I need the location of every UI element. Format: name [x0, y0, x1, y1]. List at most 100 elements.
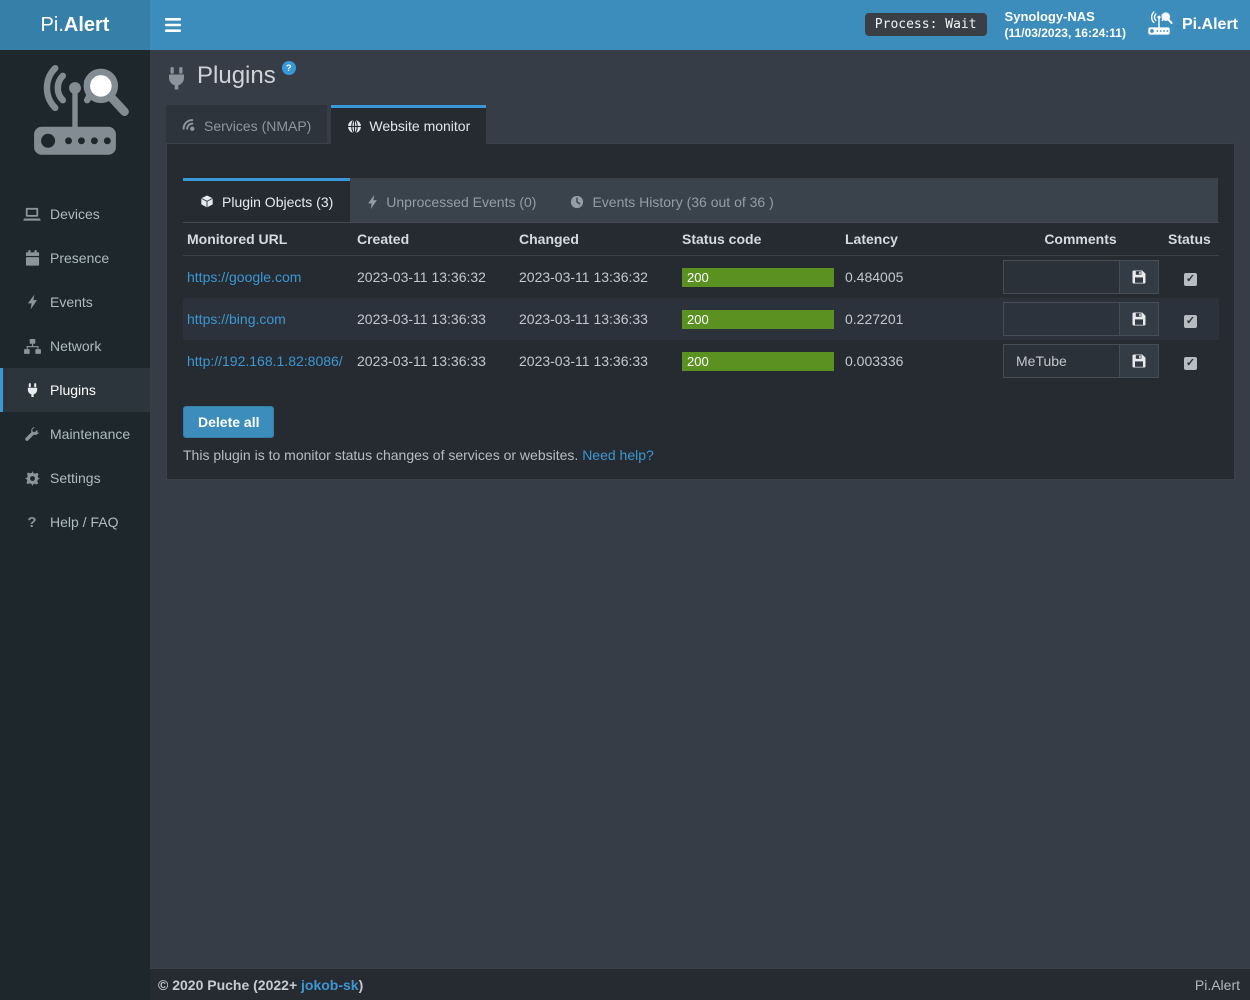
- save-comment-button[interactable]: [1119, 261, 1158, 293]
- sidebar-item-settings[interactable]: Settings: [0, 456, 150, 500]
- sidebar: Devices Presence Events Network: [0, 50, 150, 1000]
- monitored-url-link[interactable]: https://google.com: [187, 269, 301, 285]
- topbar-brand-label: Pi.Alert: [1182, 16, 1238, 34]
- tab-website-monitor[interactable]: Website monitor: [331, 105, 486, 144]
- comment-input-group: [1003, 302, 1159, 336]
- topbar-brand[interactable]: Pi.Alert: [1144, 11, 1238, 38]
- col-header-latency: Latency: [841, 223, 999, 256]
- plugin-card: Plugin Objects (3) Unprocessed Events (0…: [166, 143, 1235, 480]
- cube-icon: [200, 195, 214, 209]
- hamburger-icon: [165, 18, 181, 32]
- footer-copyright: © 2020 Puche (2022+ jokob-sk): [158, 977, 363, 993]
- host-info: Synology-NAS (11/03/2023, 16:24:11): [1005, 9, 1126, 41]
- brand-logo-light: Pi.: [41, 14, 64, 37]
- footer-copyright-prefix: © 2020 Puche (2022+: [158, 977, 301, 993]
- monitored-urls-table: Monitored URL Created Changed Status cod…: [183, 222, 1219, 382]
- created-cell: 2023-03-11 13:36:33: [353, 298, 515, 340]
- footer-author-link[interactable]: jokob-sk: [301, 977, 359, 993]
- changed-cell: 2023-03-11 13:36:33: [515, 298, 678, 340]
- table-row: http://192.168.1.82:8086/ 2023-03-11 13:…: [183, 340, 1219, 382]
- col-header-changed: Changed: [515, 223, 678, 256]
- table-row: https://bing.com 2023-03-11 13:36:33 202…: [183, 298, 1219, 340]
- delete-all-button[interactable]: Delete all: [183, 406, 274, 438]
- sidebar-item-label: Maintenance: [50, 426, 130, 442]
- main-content: Plugins ? Services (NMAP) Website monito…: [150, 50, 1250, 968]
- save-comment-button[interactable]: [1119, 345, 1158, 377]
- sidebar-item-plugins[interactable]: Plugins: [0, 368, 150, 412]
- tab-plugin-objects[interactable]: Plugin Objects (3): [183, 178, 350, 222]
- table-row: https://google.com 2023-03-11 13:36:32 2…: [183, 256, 1219, 299]
- calendar-icon: [23, 250, 41, 266]
- sidebar-item-devices[interactable]: Devices: [0, 192, 150, 236]
- status-checkbox[interactable]: [1184, 357, 1197, 370]
- created-cell: 2023-03-11 13:36:32: [353, 256, 515, 299]
- sidebar-item-label: Devices: [50, 206, 100, 222]
- sitemap-icon: [23, 339, 41, 354]
- sidebar-item-label: Help / FAQ: [50, 514, 118, 530]
- latency-cell: 0.003336: [841, 340, 999, 382]
- status-code-badge: 200: [682, 268, 834, 287]
- router-icon: [1144, 11, 1174, 38]
- status-checkbox[interactable]: [1184, 273, 1197, 286]
- plugin-description-text: This plugin is to monitor status changes…: [183, 447, 578, 463]
- gear-icon: [23, 471, 41, 486]
- footer: © 2020 Puche (2022+ jokob-sk) Pi.Alert: [150, 968, 1250, 1000]
- table-header-row: Monitored URL Created Changed Status cod…: [183, 223, 1219, 256]
- host-timestamp: (11/03/2023, 16:24:11): [1005, 26, 1126, 42]
- tab-label: Website monitor: [369, 118, 470, 134]
- sidebar-item-label: Events: [50, 294, 93, 310]
- save-comment-button[interactable]: [1119, 303, 1158, 335]
- sidebar-item-maintenance[interactable]: Maintenance: [0, 412, 150, 456]
- monitored-url-link[interactable]: http://192.168.1.82:8086/: [187, 353, 343, 369]
- changed-cell: 2023-03-11 13:36:32: [515, 256, 678, 299]
- page-title: Plugins: [197, 64, 276, 88]
- sidebar-item-network[interactable]: Network: [0, 324, 150, 368]
- globe-icon: [347, 119, 362, 134]
- topbar: Pi.Alert Process: Wait Synology-NAS (11/…: [0, 0, 1250, 50]
- sidebar-item-label: Network: [50, 338, 101, 354]
- sidebar-item-presence[interactable]: Presence: [0, 236, 150, 280]
- comment-input-group: [1003, 260, 1159, 294]
- tab-events-history[interactable]: Events History (36 out of 36 ): [553, 178, 790, 222]
- brand-logo[interactable]: Pi.Alert: [0, 0, 150, 50]
- status-code-badge: 200: [682, 310, 834, 329]
- latency-cell: 0.484005: [841, 256, 999, 299]
- col-header-status: Status: [1164, 223, 1219, 256]
- footer-copyright-suffix: ): [359, 977, 364, 993]
- need-help-link[interactable]: Need help?: [582, 447, 654, 463]
- page-header: Plugins ?: [150, 50, 1250, 91]
- changed-cell: 2023-03-11 13:36:33: [515, 340, 678, 382]
- page-help-badge[interactable]: ?: [282, 61, 296, 75]
- comment-input[interactable]: [1004, 303, 1119, 335]
- sidebar-item-label: Settings: [50, 470, 101, 486]
- comment-input[interactable]: [1004, 261, 1119, 293]
- status-code-badge: 200: [682, 352, 834, 371]
- footer-brand: Pi.Alert: [1195, 977, 1240, 993]
- question-icon: ?: [23, 514, 41, 531]
- plugin-tabs: Services (NMAP) Website monitor: [166, 105, 1250, 143]
- monitored-url-link[interactable]: https://bing.com: [187, 311, 286, 327]
- col-header-created: Created: [353, 223, 515, 256]
- tab-label: Services (NMAP): [204, 118, 311, 134]
- sidebar-item-events[interactable]: Events: [0, 280, 150, 324]
- tab-label: Unprocessed Events (0): [386, 194, 536, 210]
- router-logo-icon: [0, 50, 150, 178]
- process-status-badge: Process: Wait: [865, 13, 987, 36]
- sidebar-item-help[interactable]: ? Help / FAQ: [0, 500, 150, 544]
- wrench-icon: [23, 427, 41, 442]
- plug-icon: [23, 383, 41, 398]
- sidebar-toggle-button[interactable]: [150, 0, 195, 50]
- host-name: Synology-NAS: [1005, 9, 1126, 26]
- comment-input[interactable]: [1004, 345, 1119, 377]
- latency-cell: 0.227201: [841, 298, 999, 340]
- floppy-save-icon: [1132, 354, 1146, 368]
- tab-label: Plugin Objects (3): [222, 194, 333, 210]
- tab-services-nmap[interactable]: Services (NMAP): [166, 105, 327, 143]
- plugin-section-tabs: Plugin Objects (3) Unprocessed Events (0…: [183, 178, 1218, 222]
- sidebar-item-label: Plugins: [50, 382, 96, 398]
- tab-unprocessed-events[interactable]: Unprocessed Events (0): [350, 178, 553, 222]
- tab-label: Events History (36 out of 36 ): [592, 194, 773, 210]
- bolt-icon: [367, 195, 378, 209]
- col-header-comments: Comments: [999, 223, 1164, 256]
- status-checkbox[interactable]: [1184, 315, 1197, 328]
